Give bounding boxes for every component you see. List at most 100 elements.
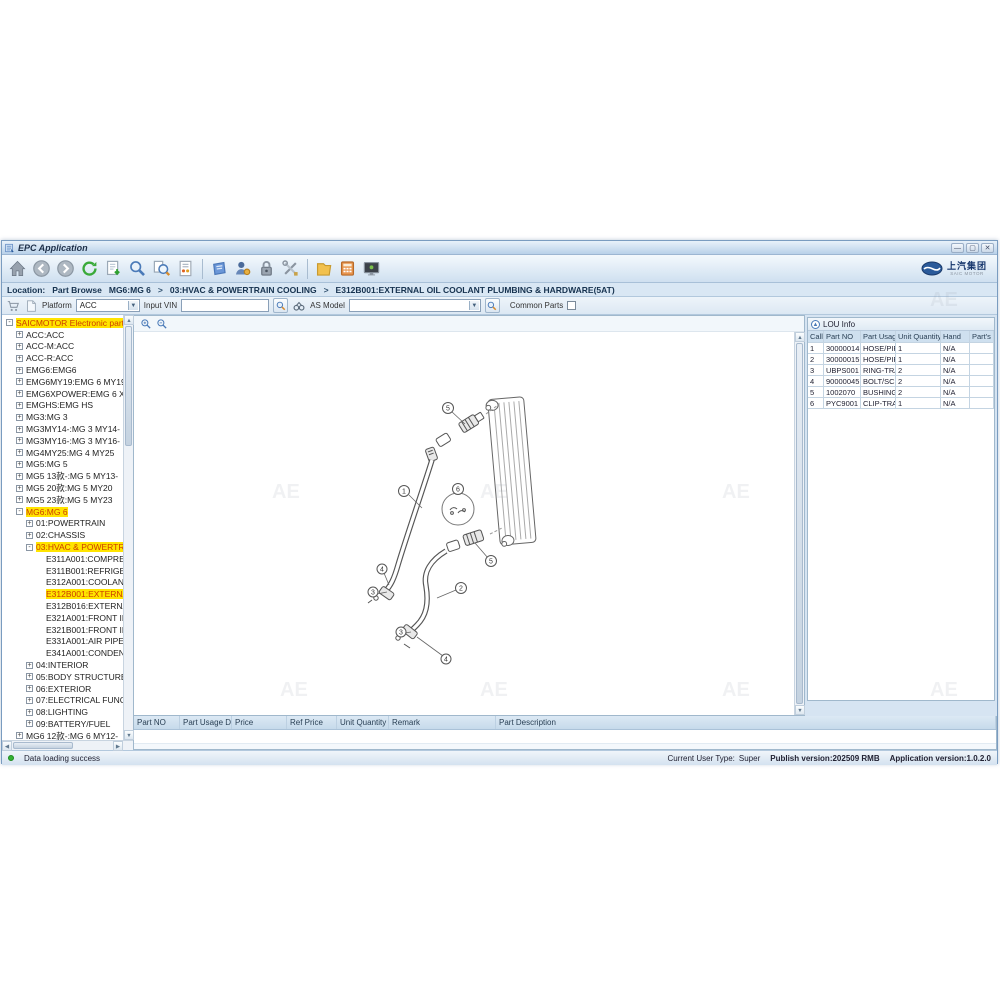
tree-item-label[interactable]: MG5 13款-:MG 5 MY13-: [26, 470, 118, 482]
tree-item[interactable]: +MG5 23款:MG 5 MY23: [2, 494, 123, 506]
tree-item[interactable]: +EMG6XPOWER:EMG 6 XPOWER: [2, 388, 123, 400]
expand-icon[interactable]: +: [16, 378, 23, 385]
lou-table-row[interactable]: 51002070BUSHING2N/A: [808, 387, 994, 398]
tree-item-label[interactable]: 01:POWERTRAIN: [36, 518, 105, 528]
scroll-down-icon[interactable]: ▼: [795, 705, 805, 715]
tools-icon[interactable]: [279, 257, 302, 280]
tree-item-label[interactable]: 08:LIGHTING: [36, 707, 88, 717]
lou-table-row[interactable]: 490000045BOLT/SCR2N/A: [808, 376, 994, 387]
tree-item[interactable]: +EMGHS:EMG HS: [2, 400, 123, 412]
maximize-button[interactable]: ▢: [966, 243, 979, 253]
lou-column-header[interactable]: Callo: [808, 331, 824, 343]
tree-item[interactable]: +07:ELECTRICAL FUNCTION: [2, 695, 123, 707]
tree-item-label[interactable]: 03:HVAC & POWERTRAIN CO: [36, 542, 123, 552]
tree-item[interactable]: +EMG6:EMG6: [2, 364, 123, 376]
tree-item[interactable]: E312B016:EXTERNAL OIL C: [2, 600, 123, 612]
refresh-icon[interactable]: [78, 257, 101, 280]
tree-item-label[interactable]: MG3:MG 3: [26, 412, 68, 422]
expand-icon[interactable]: +: [16, 414, 23, 421]
tree-item-label[interactable]: E312B016:EXTERNAL OIL C: [46, 601, 123, 611]
calculator-icon[interactable]: [336, 257, 359, 280]
expand-icon[interactable]: +: [16, 390, 23, 397]
scroll-up-icon[interactable]: ▲: [124, 315, 134, 325]
document-search-icon[interactable]: [150, 257, 173, 280]
parts-table-column-header[interactable]: Part NO: [134, 716, 180, 729]
forward-icon[interactable]: [54, 257, 77, 280]
tree-item[interactable]: E321A001:FRONT INTERIO: [2, 612, 123, 624]
tree-item-label[interactable]: 04:INTERIOR: [36, 660, 88, 670]
tree-item-label[interactable]: E331A001:AIR PIPE: [46, 636, 123, 646]
parts-table-column-header[interactable]: Price: [232, 716, 287, 729]
screen-capture-icon[interactable]: [360, 257, 383, 280]
breadcrumb[interactable]: E312B001:EXTERNAL OIL COOLANT PLUMBING &…: [336, 285, 615, 295]
tree-item[interactable]: -03:HVAC & POWERTRAIN CO: [2, 541, 123, 553]
lou-column-header[interactable]: Hand: [941, 331, 970, 343]
tree-item-label[interactable]: E321B001:FRONT INTERIO: [46, 625, 123, 635]
parts-table-column-header[interactable]: Unit Quantity: [337, 716, 389, 729]
scroll-left-icon[interactable]: ◀: [2, 741, 12, 751]
parts-table-column-header[interactable]: Part Usage Desc: [180, 716, 232, 729]
tree-item-label[interactable]: MG3MY16-:MG 3 MY16-: [26, 436, 120, 446]
vin-input[interactable]: [181, 299, 269, 312]
tree-item[interactable]: E312B001:EXTERNAL OIL: [2, 588, 123, 600]
tree-item[interactable]: +ACC:ACC: [2, 329, 123, 341]
tree-vertical-scrollbar[interactable]: ▲ ▼: [123, 315, 133, 740]
lou-table-row[interactable]: 6PYC9001CLIP-TRAI1N/A: [808, 398, 994, 409]
tree-item-label[interactable]: EMGHS:EMG HS: [26, 400, 93, 410]
parts-table-column-header[interactable]: Part Description: [496, 716, 996, 729]
tree-item-label[interactable]: ACC-M:ACC: [26, 341, 74, 351]
expand-icon[interactable]: +: [26, 697, 33, 704]
tree-item[interactable]: +MG6 12款-:MG 6 MY12-: [2, 730, 123, 740]
blue-document-icon[interactable]: [207, 257, 230, 280]
expand-icon[interactable]: +: [26, 720, 33, 727]
expand-icon[interactable]: +: [16, 367, 23, 374]
expand-icon[interactable]: +: [26, 662, 33, 669]
tree-item[interactable]: +09:BATTERY/FUEL: [2, 718, 123, 730]
vin-search-button[interactable]: [273, 298, 288, 313]
tree-item-label[interactable]: 07:ELECTRICAL FUNCTION: [36, 695, 123, 705]
tree-item-label[interactable]: MG6 12款-:MG 6 MY12-: [26, 730, 118, 740]
tree-item[interactable]: E341A001:CONDENSER RA: [2, 647, 123, 659]
tree-item[interactable]: +EMG6MY19:EMG 6 MY19: [2, 376, 123, 388]
lou-column-header[interactable]: Part's I: [970, 331, 994, 343]
expand-icon[interactable]: +: [16, 355, 23, 362]
tree-item[interactable]: +MG3:MG 3: [2, 411, 123, 423]
lou-table-row[interactable]: 130000014HOSE/PIP1N/A: [808, 343, 994, 354]
zoom-out-icon[interactable]: [156, 318, 168, 330]
tree-item-label[interactable]: ACC:ACC: [26, 330, 64, 340]
lou-column-header[interactable]: Part NO: [824, 331, 861, 343]
tree-item-label[interactable]: E312B001:EXTERNAL OIL: [46, 589, 123, 599]
scroll-right-icon[interactable]: ▶: [113, 741, 123, 751]
tree-item-label[interactable]: E341A001:CONDENSER RA: [46, 648, 123, 658]
tree-item-label[interactable]: E311A001:COMPRESSOR &: [46, 554, 123, 564]
tree-item-label[interactable]: 06:EXTERIOR: [36, 684, 91, 694]
scroll-down-icon[interactable]: ▼: [124, 730, 134, 740]
tree-item-label[interactable]: MG4MY25:MG 4 MY25: [26, 448, 114, 458]
breadcrumb[interactable]: 03:HVAC & POWERTRAIN COOLING: [170, 285, 317, 295]
expand-icon[interactable]: +: [16, 402, 23, 409]
as-model-search-button[interactable]: [485, 298, 500, 313]
export-icon[interactable]: [102, 257, 125, 280]
tree-item-label[interactable]: MG3MY14-:MG 3 MY14-: [26, 424, 120, 434]
tree-item[interactable]: E312A001:COOLANT PLUM: [2, 577, 123, 589]
expand-icon[interactable]: +: [16, 485, 23, 492]
breadcrumb[interactable]: MG6:MG 6: [109, 285, 151, 295]
expand-icon[interactable]: +: [16, 331, 23, 338]
parts-table-column-header[interactable]: Remark: [389, 716, 496, 729]
tree-horizontal-scrollbar[interactable]: ◀ ▶: [2, 740, 133, 750]
tree-item[interactable]: E321B001:FRONT INTERIO: [2, 624, 123, 636]
tree-item[interactable]: +MG5 13款-:MG 5 MY13-: [2, 470, 123, 482]
expand-icon[interactable]: +: [16, 496, 23, 503]
lou-table-row[interactable]: 3UBPS001RING-TRA2N/A: [808, 365, 994, 376]
tree-item-label[interactable]: 05:BODY STRUCTURE & BOD: [36, 672, 123, 682]
minimize-button[interactable]: —: [951, 243, 964, 253]
tree-item[interactable]: +MG5:MG 5: [2, 459, 123, 471]
tree-item[interactable]: +05:BODY STRUCTURE & BOD: [2, 671, 123, 683]
collapse-icon[interactable]: -: [16, 508, 23, 515]
close-button[interactable]: ✕: [981, 243, 994, 253]
expand-icon[interactable]: +: [26, 532, 33, 539]
expand-icon[interactable]: +: [26, 685, 33, 692]
collapse-icon[interactable]: -: [26, 544, 33, 551]
binoculars-icon[interactable]: [292, 299, 306, 313]
tree-item-label[interactable]: SAICMOTOR Electronic parts catalog: [16, 318, 123, 328]
